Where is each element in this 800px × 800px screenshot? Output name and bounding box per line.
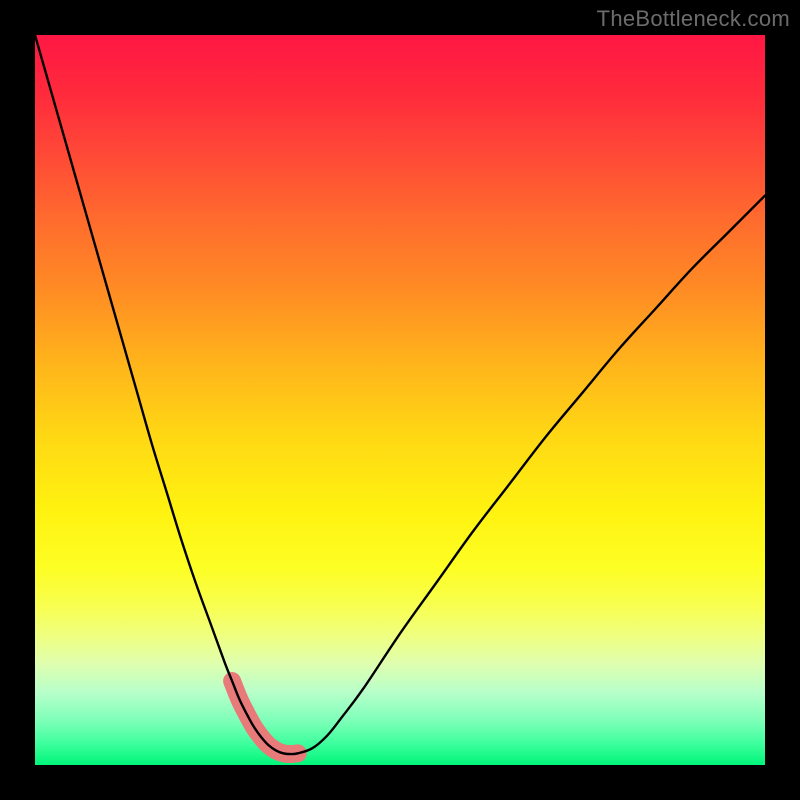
- bottleneck-curve-svg: [35, 35, 765, 765]
- chart-frame: TheBottleneck.com: [0, 0, 800, 800]
- plot-area: [35, 35, 765, 765]
- bottleneck-curve: [35, 35, 765, 754]
- watermark-text: TheBottleneck.com: [597, 6, 790, 32]
